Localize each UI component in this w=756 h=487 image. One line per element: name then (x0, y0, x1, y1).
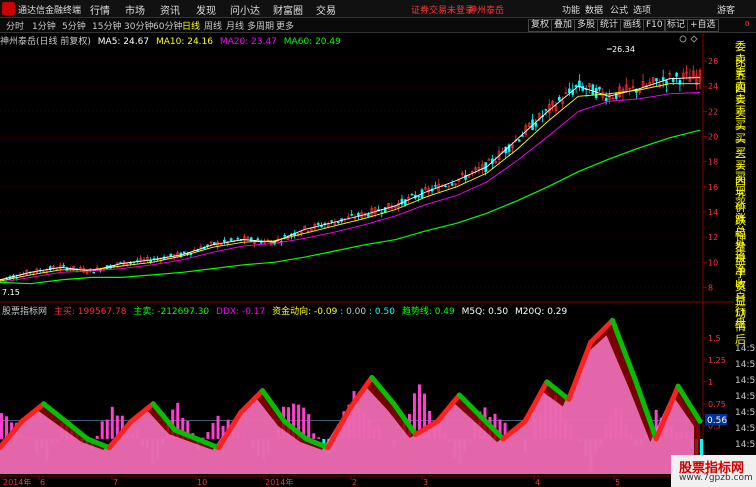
candle-body (598, 86, 601, 90)
price-tick-label: 14 (708, 208, 718, 217)
ddx-bar (317, 437, 321, 439)
candle-body (283, 235, 286, 237)
candle-body (574, 84, 578, 88)
sub-tick-label: 1.25 (708, 356, 726, 365)
diamond-icon[interactable] (690, 35, 698, 43)
candle-body (236, 238, 240, 240)
side-time-2: 14:50 (735, 376, 756, 386)
sub-tick-label: 1 (708, 378, 713, 387)
chart-canvas[interactable]: 8101214161820222426 0.50.7511.251.5 2014… (0, 0, 756, 487)
price-axis: 8 10 12 14 16 18 20 22 24 26 (703, 57, 718, 292)
candle-body (256, 238, 260, 241)
candle-body (336, 221, 340, 224)
candle-body (594, 87, 598, 99)
side-panel: 委比 卖五 卖四 卖三 卖二 卖一 买一 买二 买三 买四 买五 现价 涨跌 涨幅 总量 外盘 换手 净资 收益 自动… (734, 34, 756, 476)
price-tick-label: 22 (708, 107, 718, 116)
candle-body (534, 122, 538, 127)
price-tick-label: 16 (708, 183, 718, 192)
ddx-bar (206, 432, 210, 439)
candle-body (614, 92, 618, 99)
price-tick-label: 18 (708, 158, 718, 167)
site-watermark: 股票指标网 www.7gpzb.com (671, 455, 756, 487)
candle-body (229, 238, 233, 241)
ddx-bar (100, 421, 104, 439)
time-tick-label: 7 (113, 478, 118, 487)
candle-body (568, 88, 571, 94)
side-time-3: 14:50 (735, 392, 756, 402)
candle-body (558, 96, 561, 101)
ddx-bar (307, 414, 311, 439)
candle-body (62, 265, 65, 267)
candle-body (450, 183, 454, 186)
ddx-bar (211, 422, 215, 439)
time-tick-label: 6 (40, 478, 45, 487)
candle-body (417, 195, 420, 198)
ddx-bar (0, 413, 3, 439)
ma-line-ma5 (0, 76, 701, 281)
candle-body (350, 213, 353, 216)
current-value-label: 0.56 (707, 416, 727, 426)
time-tick-label: 4 (535, 478, 540, 487)
ddx-bar (216, 415, 220, 439)
watermark-url: www.7gpzb.com (679, 473, 753, 483)
price-tick-label: 12 (708, 233, 718, 242)
candle-body (655, 78, 658, 82)
side-time-5: 14:50 (735, 424, 756, 434)
candle-body (149, 259, 153, 263)
price-tick-label: 26 (708, 57, 718, 66)
ma-lines (0, 76, 701, 285)
candle-body (591, 84, 595, 95)
candle-body (330, 220, 333, 222)
ddx-bar (312, 433, 316, 439)
ddx-bar (95, 435, 99, 439)
candle-body (403, 199, 407, 206)
trend-area-pink (0, 335, 694, 474)
price-tick-label: 20 (708, 133, 718, 142)
price-tick-label: 8 (708, 283, 713, 292)
candle-body (223, 239, 226, 242)
time-axis: 2014年 6 7 10 2014年 2 3 4 5 (1, 476, 620, 487)
high-annotation: 26.34 (612, 45, 635, 54)
candle-body (316, 223, 320, 225)
side-time-6: 14:50 (735, 440, 756, 450)
time-tick-label: 2014年 (3, 477, 31, 487)
sub-indicator-pane (0, 317, 703, 474)
candle-body (367, 214, 370, 217)
price-tick-label: 10 (708, 258, 718, 267)
settings-icon[interactable] (679, 35, 687, 43)
time-tick-label: 10 (197, 478, 207, 487)
candle-body (182, 251, 186, 254)
side-time-4: 14:50 (735, 408, 756, 418)
side-time-0: 14:50 (735, 344, 756, 354)
ma-line-ma60 (0, 129, 701, 285)
time-tick-label: 3 (423, 478, 428, 487)
candle-body (92, 271, 96, 274)
time-tick-label: 5 (615, 478, 620, 487)
candle-body (521, 135, 524, 137)
side-label-21[interactable]: 盘后 (735, 315, 756, 347)
candle-body (169, 253, 173, 257)
candle-body (517, 139, 521, 142)
chart-tools[interactable] (679, 35, 698, 43)
candle-body (544, 109, 548, 111)
candle-body (675, 72, 678, 77)
side-time-1: 14:50 (735, 360, 756, 370)
low-annotation: 7.15 (2, 288, 20, 297)
time-tick-label: 2 (352, 478, 357, 487)
sub-tick-label: 0.75 (708, 400, 726, 409)
candle-body (434, 185, 437, 187)
candle-body (444, 185, 447, 188)
ddx-bar (110, 406, 114, 439)
price-tick-label: 24 (708, 82, 718, 91)
sub-tick-label: 1.5 (708, 334, 721, 343)
ddx-bar (105, 419, 109, 439)
candles (0, 65, 702, 282)
time-tick-label: 2014年 (265, 477, 293, 487)
candle-body (661, 77, 665, 81)
candle-body (604, 98, 608, 102)
ma-line-ma20 (0, 92, 701, 283)
candle-body (410, 193, 414, 196)
ma-line-ma10 (0, 83, 700, 282)
candle-body (671, 78, 675, 82)
